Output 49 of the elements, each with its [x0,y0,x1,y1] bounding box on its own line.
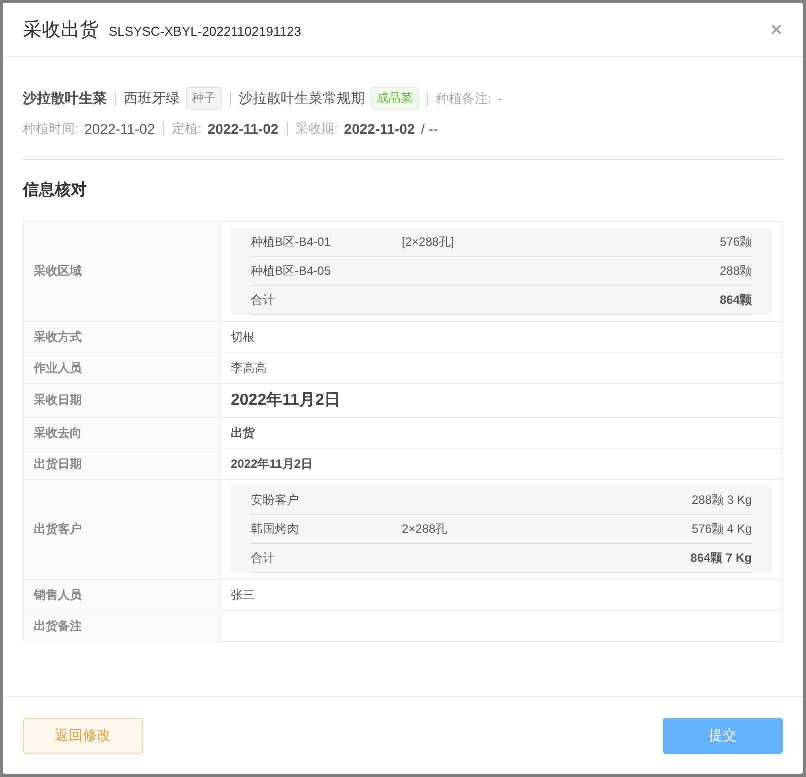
crop-name: 沙拉散叶生菜 [23,90,107,108]
item-amount: 576颗 4 Kg [690,520,752,538]
back-button[interactable]: 返回修改 [23,718,143,754]
date-value: 2022-11-02 [84,121,156,137]
item-spec: [2×288孔] [402,234,456,250]
plan-name: 沙拉散叶生菜常规期 [239,90,365,108]
total-amount: 864颗 7 Kg [690,550,752,566]
field-value: 2022年11月2日 [231,392,340,409]
item-name: 种植B区-B4-01 [251,234,332,250]
item-name: 韩国烤肉 [251,520,300,538]
field-value: 出货 [231,426,255,440]
submit-button[interactable]: 提交 [663,718,783,754]
note-label: 种植备注: [436,90,492,108]
total-label: 合计 [251,550,276,566]
field-value: 切根 [231,330,255,344]
item-amount: 288颗 3 Kg [690,492,752,508]
field-label: 采收日期 [34,393,82,407]
item-name: 安盼客户 [251,492,300,508]
total-label: 合计 [251,292,276,308]
order-code: SLSYSC-XBYL-20221102191123 [109,24,302,38]
field-label: 采收去向 [34,426,82,440]
field-label: 出货日期 [34,456,82,470]
field-label: 采收区域 [34,264,82,278]
field-label: 采收方式 [34,330,82,344]
dialog-title: 采收出货 [23,18,99,42]
close-button[interactable]: × [770,18,783,40]
date-value: 2022-11-02 [208,121,279,137]
field-label: 出货备注 [34,618,82,632]
field-label: 销售人员 [34,588,82,602]
total-amount: 864颗 [718,292,752,308]
date-value: 2022-11-02 [344,121,416,137]
date-label: 定植: [172,120,202,138]
variety-tag: 种子 [186,87,222,110]
field-label: 出货客户 [34,522,82,536]
variety-name: 西班牙绿 [124,90,180,108]
date-label: 采收期: [296,120,338,138]
field-value: 李高高 [231,360,267,374]
item-spec: 2×288孔 [402,520,449,538]
field-label: 作业人员 [34,360,82,374]
note-value: - [498,91,502,106]
item-amount: 576颗 [718,234,752,250]
item-name: 种植B区-B4-05 [251,262,332,280]
section-title: 信息核对 [23,180,88,201]
item-amount: 288颗 [718,262,752,280]
field-value: 2022年11月2日 [231,456,314,470]
plan-tag: 成品菜 [371,87,419,110]
date-suffix: / -- [421,121,438,137]
field-value: 张三 [231,588,255,602]
date-label: 种植时间: [23,120,79,138]
